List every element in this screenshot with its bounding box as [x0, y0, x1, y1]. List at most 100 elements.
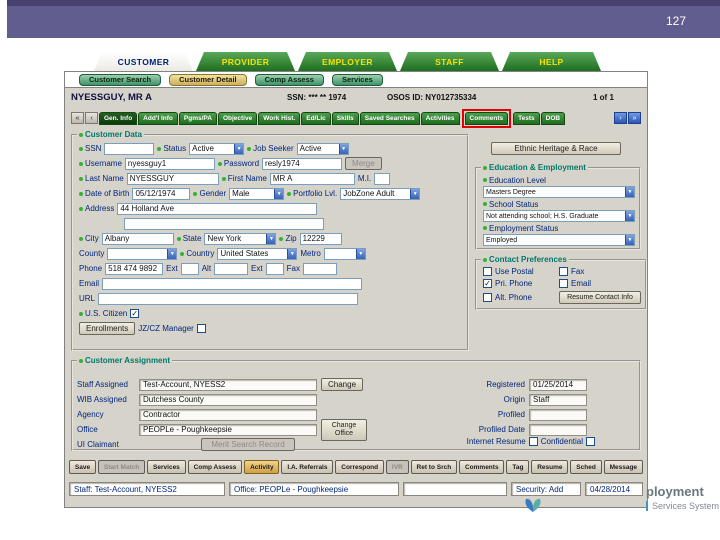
last-record-button[interactable]: »	[628, 112, 641, 124]
change-office-button[interactable]: Change Office	[321, 418, 367, 441]
next-record-button[interactable]: ›	[614, 112, 627, 124]
tab-help[interactable]: HELP	[502, 52, 601, 71]
us-citizen-checkbox[interactable]: ✓	[130, 309, 140, 318]
address-input[interactable]: 44 Holland Ave	[117, 202, 318, 215]
resume-button[interactable]: Resume	[531, 460, 569, 474]
ret-to-srch-button[interactable]: Ret to Srch	[410, 460, 458, 474]
ext2-input[interactable]	[265, 262, 284, 275]
url-input[interactable]	[98, 292, 359, 305]
tab-addl-info[interactable]: Add'l Info	[138, 111, 178, 125]
metro-select[interactable]: ▼	[323, 247, 366, 260]
fax-checkbox[interactable]	[559, 267, 568, 276]
ssn-input[interactable]	[104, 142, 155, 155]
address2-input[interactable]	[124, 217, 324, 230]
username-label: Username	[79, 159, 122, 168]
tab-employer[interactable]: EMPLOYER	[298, 52, 397, 71]
first-record-button[interactable]: «	[71, 112, 84, 124]
tab-ed-lic[interactable]: Ed/Lic	[301, 111, 331, 125]
dob-input[interactable]: 05/12/1974	[132, 187, 191, 200]
tab-customer[interactable]: CUSTOMER	[94, 52, 193, 71]
portfolio-select[interactable]: JobZone Adult ▼	[340, 187, 421, 200]
change-staff-button[interactable]: Change	[321, 378, 364, 391]
ivr-button[interactable]: IVR	[386, 460, 409, 474]
tab-provider[interactable]: PROVIDER	[196, 52, 295, 71]
alt-phone-checkbox[interactable]	[483, 293, 492, 302]
confidential-checkbox[interactable]	[586, 437, 595, 446]
state-select[interactable]: New York ▼	[204, 232, 277, 245]
tab-activities[interactable]: Activities	[420, 111, 460, 125]
tab-objective[interactable]: Objective	[217, 111, 258, 125]
tab-comments[interactable]: Comments	[464, 111, 509, 125]
tab-staff[interactable]: STAFF	[400, 52, 499, 71]
resume-contact-info-button[interactable]: Resume Contact Info	[559, 291, 641, 304]
zip-input[interactable]: 12229	[299, 232, 342, 245]
tab-customer-search[interactable]: Customer Search	[79, 73, 162, 86]
ia-referrals-button[interactable]: I.A. Referrals	[281, 460, 334, 474]
ext1-input[interactable]	[180, 262, 199, 275]
prev-record-button[interactable]: ‹	[85, 112, 98, 124]
tab-customer-detail[interactable]: Customer Detail	[169, 73, 247, 86]
school-status-label-row: School Status	[481, 198, 635, 210]
job-seeker-select[interactable]: Active ▼	[296, 142, 349, 155]
use-postal-checkbox[interactable]	[483, 267, 492, 276]
row-username: Username nyessguy1 Password resly1974 Me…	[77, 156, 463, 171]
tab-work-hist[interactable]: Work Hist.	[258, 111, 301, 125]
ethnic-heritage-race-button[interactable]: Ethnic Heritage & Race	[491, 142, 621, 155]
school-status-select[interactable]: Not attending school; H.S. Graduate ▼	[483, 210, 635, 222]
enrollments-button[interactable]: Enrollments	[79, 322, 136, 335]
phone-input[interactable]: 518 474 9892	[105, 262, 164, 275]
merge-button[interactable]: Merge	[345, 157, 382, 170]
section-dot	[79, 358, 83, 363]
tab-gen-info[interactable]: Gen. Info	[99, 111, 138, 125]
tab-tests[interactable]: Tests	[513, 111, 540, 125]
country-select[interactable]: United States ▼	[217, 247, 298, 260]
last-name-input[interactable]: NYESSGUY	[126, 172, 219, 185]
fax-input[interactable]	[302, 262, 337, 275]
email-input[interactable]	[102, 277, 363, 290]
education-level-select[interactable]: Masters Degree ▼	[483, 186, 635, 198]
email-checkbox[interactable]	[559, 279, 568, 288]
profiled-value	[529, 408, 587, 421]
pri-phone-checkbox[interactable]: ✓	[483, 279, 492, 288]
activity-button[interactable]: Activity	[244, 460, 280, 474]
row-citizen: U.S. Citizen ✓	[77, 306, 463, 321]
tab-skills[interactable]: Skills	[331, 111, 359, 125]
gender-select[interactable]: Male ▼	[229, 187, 285, 200]
tab-dob[interactable]: DOB	[540, 111, 566, 125]
row-address: Address 44 Holland Ave	[77, 201, 463, 216]
internet-resume-checkbox[interactable]	[528, 437, 538, 446]
tab-comp-assess[interactable]: Comp Assess	[254, 73, 324, 86]
county-select[interactable]: ▼	[107, 247, 178, 260]
message-button[interactable]: Message	[603, 460, 643, 474]
ssn-label: SSN	[79, 144, 101, 153]
save-button[interactable]: Save	[69, 460, 96, 474]
start-match-button[interactable]: Start Match	[97, 460, 146, 474]
last-name-label: Last Name	[79, 174, 124, 183]
correspond-button[interactable]: Correspond	[335, 460, 384, 474]
password-input[interactable]: resly1974	[262, 157, 343, 170]
alt-phone-input[interactable]	[214, 262, 249, 275]
module-tab-bar: Customer Search Customer Detail Comp Ass…	[64, 71, 648, 88]
agency-value: Contractor	[139, 408, 317, 421]
services-button[interactable]: Services	[147, 460, 186, 474]
username-input[interactable]: nyessguy1	[124, 157, 215, 170]
tag-button[interactable]: Tag	[506, 460, 530, 474]
status-bar: Staff: Test-Account, NYESS2 Office: PEOP…	[69, 482, 643, 496]
tab-services[interactable]: Services	[331, 73, 383, 86]
first-name-input[interactable]: MR A	[269, 172, 355, 185]
window-body: NYESSGUY, MR A SSN: *** ** 1974 OSOS ID:…	[64, 88, 648, 508]
employment-status-select[interactable]: Employed ▼	[483, 234, 635, 246]
jzcz-manager-checkbox[interactable]	[196, 324, 206, 333]
status-select[interactable]: Active ▼	[189, 142, 245, 155]
tab-pgms-pa[interactable]: Pgms/PA	[178, 111, 217, 125]
comp-assess-button[interactable]: Comp Assess	[187, 460, 243, 474]
comments-button[interactable]: Comments	[459, 460, 505, 474]
mi-input[interactable]	[374, 172, 391, 185]
row-county: County ▼ Country United States ▼ Metro ▼	[77, 246, 463, 261]
dropdown-arrow-icon: ▼	[338, 143, 348, 154]
tab-saved-searches[interactable]: Saved Searches	[359, 111, 420, 125]
sched-button[interactable]: Sched	[570, 460, 602, 474]
merit-search-record-button[interactable]: Merit Search Record	[201, 438, 295, 451]
city-input[interactable]: Albany	[101, 232, 174, 245]
registered-value: 01/25/2014	[529, 378, 587, 391]
